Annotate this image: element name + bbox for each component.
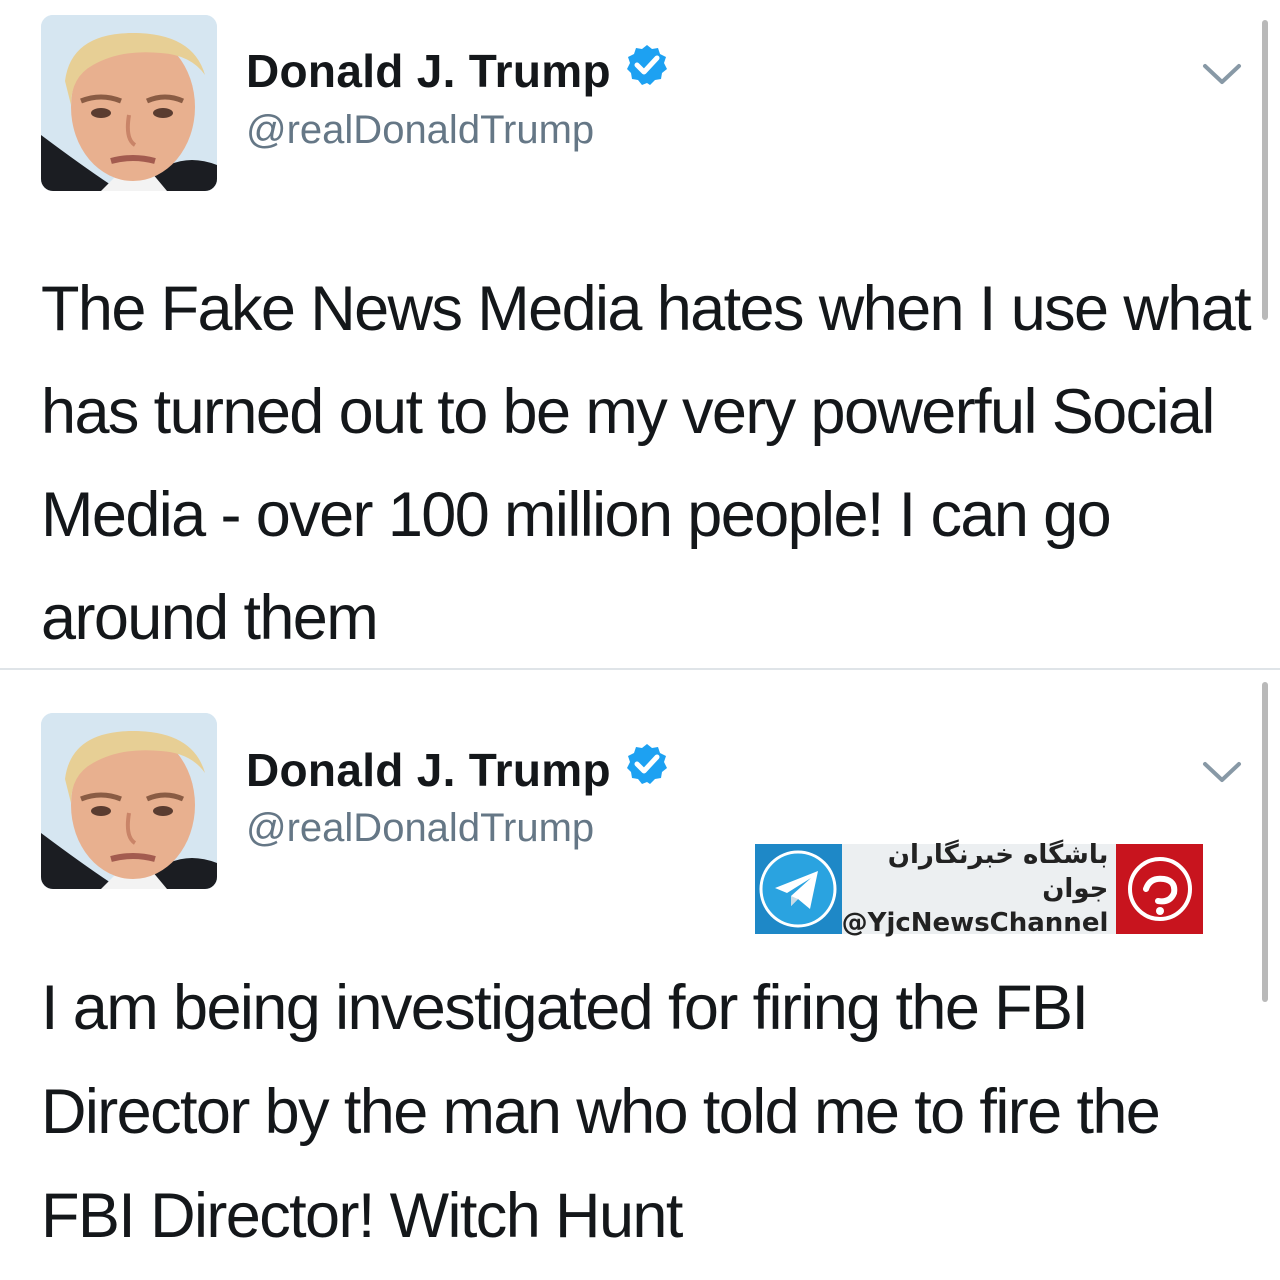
author-handle[interactable]: @realDonaldTrump	[246, 806, 594, 851]
verified-badge-icon	[625, 742, 669, 797]
news-channel-watermark: باشگاه خبرنگاران جوان @YjcNewsChannel	[755, 840, 1203, 938]
author-handle[interactable]: @realDonaldTrump	[246, 108, 594, 153]
author-name-text: Donald J. Trump	[246, 744, 611, 796]
watermark-text: باشگاه خبرنگاران جوان @YjcNewsChannel	[841, 840, 1117, 938]
scrollbar[interactable]	[1262, 682, 1268, 1002]
chevron-down-icon[interactable]	[1202, 62, 1242, 86]
yjc-logo-icon	[1116, 844, 1203, 934]
author-name[interactable]: Donald J. Trump	[246, 743, 669, 801]
tweet-card[interactable]: Donald J. Trump @realDonaldTrump The Fak…	[0, 0, 1280, 668]
author-name[interactable]: Donald J. Trump	[246, 44, 669, 102]
author-avatar[interactable]	[41, 713, 217, 889]
watermark-title: باشگاه خبرنگاران جوان	[887, 840, 1109, 904]
avatar-portrait-icon	[41, 713, 217, 889]
tweet-text: I am being investigated for firing the F…	[41, 973, 1161, 1251]
tweet-divider	[0, 668, 1280, 670]
avatar-portrait-icon	[41, 15, 217, 191]
verified-badge-icon	[625, 43, 669, 98]
tweet-card[interactable]: Donald J. Trump @realDonaldTrump I am be…	[0, 672, 1280, 1280]
telegram-icon	[755, 844, 842, 934]
author-name-text: Donald J. Trump	[246, 45, 611, 97]
watermark-channel: @YjcNewsChannel	[841, 908, 1109, 938]
tweet-text: The Fake News Media hates when I use wha…	[41, 274, 1252, 653]
scrollbar[interactable]	[1262, 20, 1268, 320]
chevron-down-icon[interactable]	[1202, 760, 1242, 784]
author-avatar[interactable]	[41, 15, 217, 191]
